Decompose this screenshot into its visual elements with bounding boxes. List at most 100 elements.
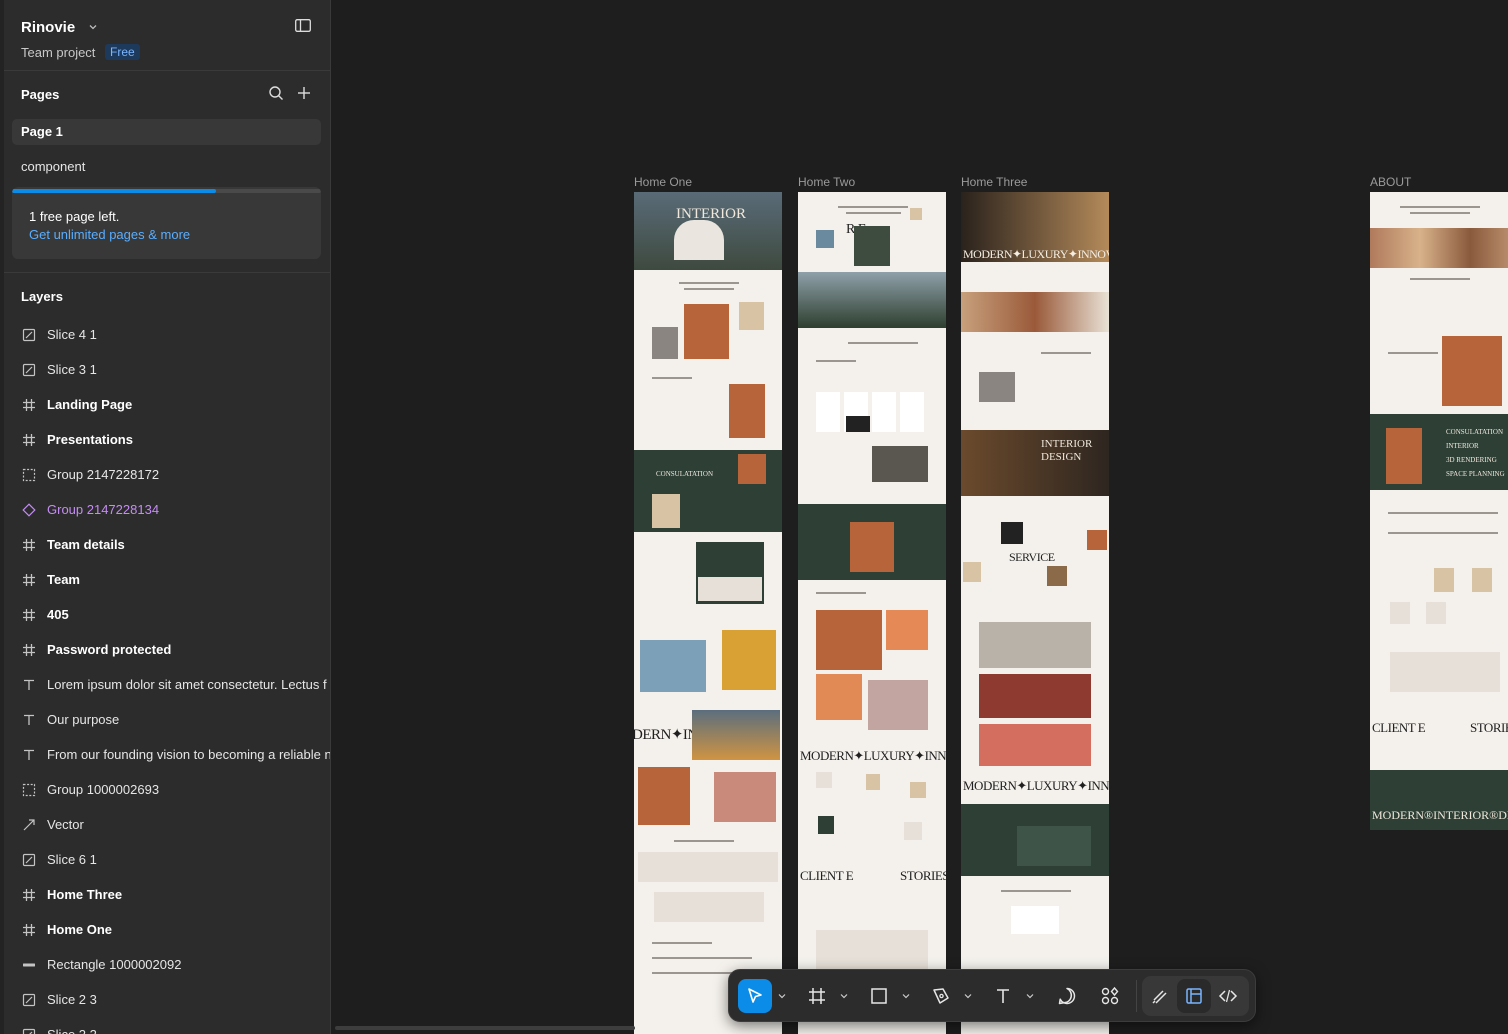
- chevron-down-icon[interactable]: [87, 21, 99, 33]
- divider: [4, 272, 330, 273]
- text-line: [652, 957, 752, 959]
- layer-label: Lorem ipsum dolor sit amet consectetur. …: [47, 677, 327, 692]
- frame-title-home-two[interactable]: Home Two: [798, 175, 855, 189]
- rectangle-tool-button[interactable]: [862, 979, 896, 1013]
- avatar: [818, 816, 834, 834]
- upgrade-link[interactable]: Get unlimited pages & more: [29, 227, 190, 242]
- search-icon[interactable]: [268, 85, 284, 101]
- image-block: [979, 622, 1091, 668]
- image-block: [739, 302, 764, 330]
- plus-icon[interactable]: [296, 85, 312, 101]
- layer-label: Slice 6 1: [47, 852, 97, 867]
- frame-title-about[interactable]: ABOUT: [1370, 175, 1411, 189]
- dev-mode-button[interactable]: [1211, 979, 1245, 1013]
- frame-icon: [21, 397, 37, 413]
- layer-row[interactable]: Vector: [0, 807, 330, 842]
- image-block: [638, 767, 690, 825]
- image-block: [979, 372, 1015, 402]
- page-limit-progress: [12, 189, 321, 193]
- frame-home-one[interactable]: INTERIOR CONSULATATION DERN✦INT: [634, 192, 782, 1034]
- layer-row[interactable]: Slice 3 1: [0, 352, 330, 387]
- image-block: [1047, 566, 1067, 586]
- image-row: [961, 292, 1109, 332]
- actions-button[interactable]: [1093, 979, 1127, 1013]
- divider: [4, 70, 330, 71]
- draw-mode-button[interactable]: [1143, 979, 1177, 1013]
- mode-switcher: [1142, 976, 1249, 1016]
- code-icon: [1218, 989, 1238, 1003]
- service-item: INTERIOR: [1446, 442, 1479, 450]
- layer-row[interactable]: Rectangle 1000002092: [0, 947, 330, 982]
- layer-row[interactable]: Slice 4 1: [0, 317, 330, 352]
- avatar: [866, 774, 880, 790]
- image-block: [886, 610, 928, 650]
- team-label: Team project: [21, 45, 96, 60]
- frame-title-home-one[interactable]: Home One: [634, 175, 692, 189]
- layer-row[interactable]: Team: [0, 562, 330, 597]
- image-block: [652, 494, 680, 528]
- text-line: [816, 592, 866, 594]
- frame-icon: [21, 537, 37, 553]
- file-header: Rinovie Team project Free: [21, 17, 314, 65]
- avatar: [910, 782, 926, 798]
- chevron-down-icon[interactable]: [901, 991, 911, 1001]
- pen-tool-button[interactable]: [924, 979, 958, 1013]
- layer-row[interactable]: Team details: [0, 527, 330, 562]
- chevron-down-icon[interactable]: [963, 991, 973, 1001]
- chevron-down-icon[interactable]: [1025, 991, 1035, 1001]
- layer-row[interactable]: Lorem ipsum dolor sit amet consectetur. …: [0, 667, 330, 702]
- frame-tool-button[interactable]: [800, 979, 834, 1013]
- text-line: [1410, 212, 1470, 214]
- layer-label: Home One: [47, 922, 113, 937]
- panel-toggle-icon[interactable]: [295, 19, 311, 32]
- text-line: [679, 282, 739, 284]
- text-icon: [21, 677, 37, 693]
- layer-row[interactable]: From our founding vision to becoming a r…: [0, 737, 330, 772]
- chevron-down-icon[interactable]: [777, 991, 787, 1001]
- layer-row[interactable]: Presentations: [0, 422, 330, 457]
- testimonial-block: [638, 852, 778, 882]
- file-name[interactable]: Rinovie: [21, 19, 75, 36]
- plan-badge[interactable]: Free: [105, 44, 140, 60]
- layer-label: Team details: [47, 537, 125, 552]
- layer-row[interactable]: Slice 2 3: [0, 982, 330, 1017]
- card-block: [1017, 826, 1091, 866]
- layer-row[interactable]: Landing Page: [0, 387, 330, 422]
- horizontal-scrollbar[interactable]: [335, 1026, 635, 1030]
- page-item-component[interactable]: component: [12, 154, 321, 180]
- image-block: [910, 208, 922, 220]
- service-item: 3D RENDERING: [1446, 456, 1497, 464]
- upgrade-message: 1 free page left.: [29, 209, 120, 224]
- layer-row[interactable]: Home Three: [0, 877, 330, 912]
- move-tool-button[interactable]: [738, 979, 772, 1013]
- slice-icon: [21, 852, 37, 868]
- figma-app: Rinovie Team project Free Pages Page 1 c…: [0, 0, 1508, 1034]
- frame-about[interactable]: CONSULATATION INTERIOR 3D RENDERING SPAC…: [1370, 192, 1508, 830]
- layer-row[interactable]: 405: [0, 597, 330, 632]
- layer-row[interactable]: Password protected: [0, 632, 330, 667]
- layer-row[interactable]: Group 1000002693: [0, 772, 330, 807]
- design-canvas[interactable]: Home One Home Two Home Three ABOUT INTER…: [331, 0, 1508, 1034]
- comment-tool-button[interactable]: [1050, 979, 1084, 1013]
- layer-label: Group 1000002693: [47, 782, 160, 797]
- page-item-page-1[interactable]: Page 1: [12, 119, 321, 145]
- text-line: [652, 942, 712, 944]
- form-block: [698, 577, 762, 601]
- layer-row[interactable]: Slice 6 1: [0, 842, 330, 877]
- client-heading: CLIENT E: [1372, 720, 1426, 735]
- design-mode-button[interactable]: [1177, 979, 1211, 1013]
- layer-row[interactable]: Group 2147228172: [0, 457, 330, 492]
- layer-row[interactable]: Group 2147228134: [0, 492, 330, 527]
- slice-icon: [21, 327, 37, 343]
- chevron-down-icon[interactable]: [839, 991, 849, 1001]
- text-tool-button[interactable]: [986, 979, 1020, 1013]
- frame-title-home-three[interactable]: Home Three: [961, 175, 1027, 189]
- frame-home-two[interactable]: R E MODERN✦LUXURY✦INNOVAT CLIENT E: [798, 192, 946, 1034]
- image-block: [1442, 336, 1502, 406]
- layer-row[interactable]: Our purpose: [0, 702, 330, 737]
- frame-home-three[interactable]: MODERN✦LUXURY✦INNOVAT INTERIOR DESIGN SE…: [961, 192, 1109, 1034]
- layer-row[interactable]: Home One: [0, 912, 330, 947]
- avatar: [904, 822, 922, 840]
- layer-row[interactable]: Slice 2 2: [0, 1017, 330, 1034]
- layer-label: Password protected: [47, 642, 172, 657]
